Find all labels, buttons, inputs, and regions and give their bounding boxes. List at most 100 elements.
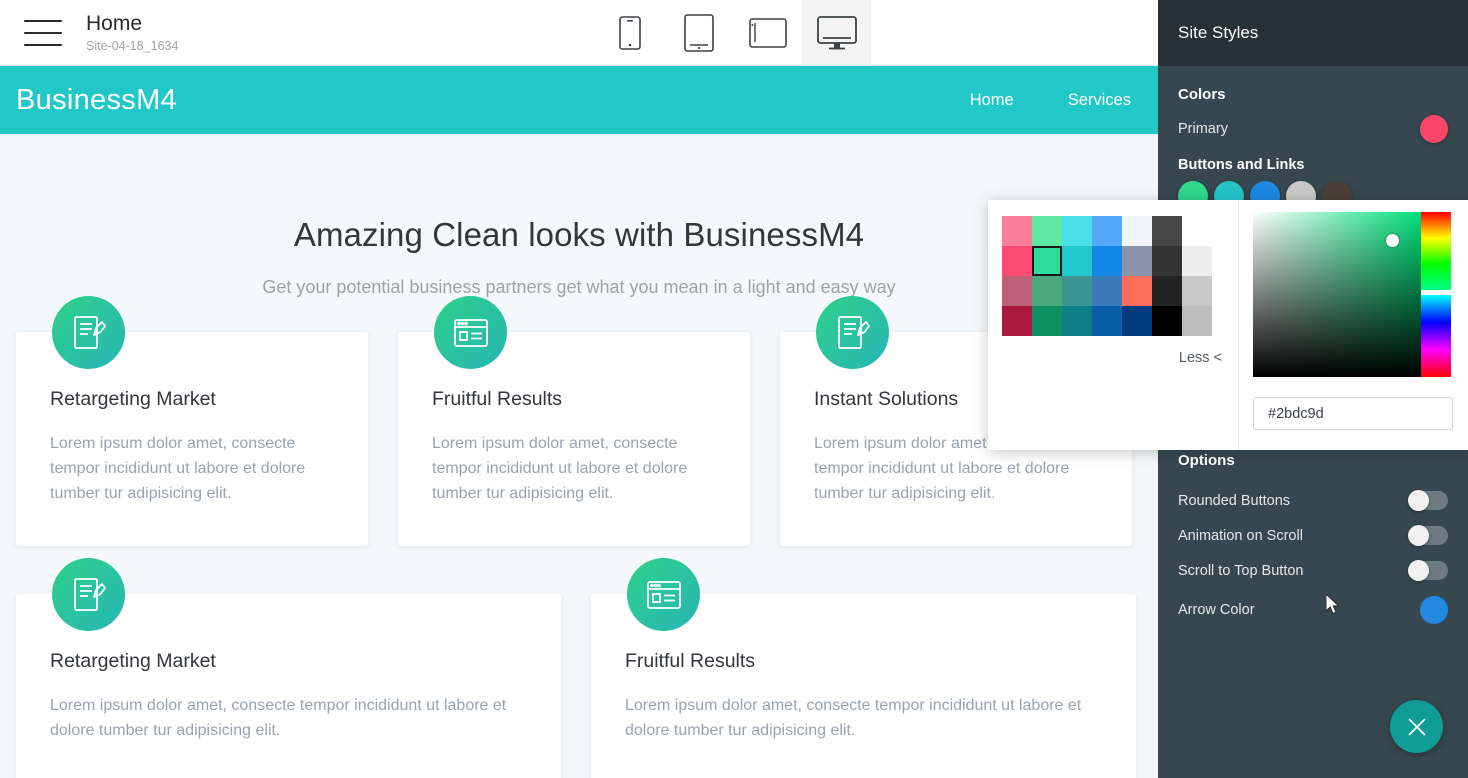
color-swatch-cell[interactable] (1002, 246, 1032, 276)
feature-card[interactable]: Fruitful Results Lorem ipsum dolor amet,… (591, 558, 1136, 778)
color-swatch-cell[interactable] (1062, 216, 1092, 246)
hero-section: Amazing Clean looks with BusinessM4 Get … (0, 134, 1158, 298)
option-animation-on-scroll: Animation on Scroll (1178, 518, 1448, 553)
color-swatch-cell[interactable] (1182, 216, 1212, 246)
color-swatch-cell[interactable] (1182, 306, 1212, 336)
color-swatch-cell[interactable] (1062, 246, 1092, 276)
device-button-tablet-landscape[interactable] (733, 0, 802, 66)
toggle-knob (1408, 560, 1429, 581)
color-swatch-cell[interactable] (1002, 276, 1032, 306)
primary-color-label: Primary (1178, 121, 1228, 137)
card-title: Fruitful Results (625, 650, 756, 672)
panel-options-section: Options Rounded Buttons Animation on Scr… (1158, 452, 1468, 632)
hex-input[interactable]: #2bdc9d (1253, 397, 1453, 430)
option-label: Scroll to Top Button (1178, 562, 1304, 579)
hue-slider-bottom[interactable] (1421, 295, 1451, 377)
saturation-value-area[interactable] (1253, 212, 1421, 377)
feature-card[interactable]: Retargeting Market Lorem ipsum dolor ame… (16, 296, 368, 546)
color-swatch-cell[interactable] (1002, 306, 1032, 336)
app-root: Home Site-04-18_1634 BusinessM4 Home Ser… (0, 0, 1468, 778)
option-arrow-color: Arrow Color (1178, 588, 1448, 632)
device-button-tablet[interactable] (664, 0, 733, 66)
close-icon (1407, 717, 1426, 736)
color-swatch-cell[interactable] (1152, 246, 1182, 276)
color-swatch-cell[interactable] (1092, 246, 1122, 276)
color-swatch-cell[interactable] (1032, 246, 1062, 276)
site-preview-canvas: BusinessM4 Home Services Amazing Clean l… (0, 66, 1158, 778)
card-body: Lorem ipsum dolor amet, consecte tempor … (50, 435, 306, 502)
feature-card[interactable]: Retargeting Market Lorem ipsum dolor ame… (16, 558, 561, 778)
primary-color-swatch[interactable] (1420, 115, 1448, 143)
device-button-mobile[interactable] (595, 0, 664, 66)
color-swatch-cell[interactable] (1092, 306, 1122, 336)
color-swatch-cell[interactable] (1152, 306, 1182, 336)
nav-link-services[interactable]: Services (1041, 91, 1158, 110)
primary-color-row: Primary (1178, 115, 1448, 143)
note-edit-icon (816, 296, 889, 369)
browser-window-icon (627, 558, 700, 631)
tablet-icon (683, 14, 714, 52)
phone-icon (618, 16, 641, 50)
option-scroll-to-top-button: Scroll to Top Button (1178, 553, 1448, 588)
toggle-knob (1408, 490, 1429, 511)
color-swatch-cell[interactable] (1092, 276, 1122, 306)
site-brand[interactable]: BusinessM4 (16, 84, 177, 117)
color-swatch-cell[interactable] (1122, 216, 1152, 246)
color-swatch-cell[interactable] (1122, 246, 1152, 276)
less-toggle-button[interactable]: Less < (1179, 350, 1222, 366)
note-edit-icon (52, 558, 125, 631)
browser-window-icon (434, 296, 507, 369)
site-nav-links: Home Services (943, 91, 1158, 110)
arrow-color-swatch[interactable] (1420, 596, 1448, 624)
site-navbar: BusinessM4 Home Services (0, 66, 1158, 134)
hue-slider-top[interactable] (1421, 212, 1451, 290)
color-picker-swatch-pane: Less < (988, 200, 1238, 450)
device-button-desktop[interactable] (802, 0, 871, 66)
rounded-buttons-toggle[interactable] (1408, 490, 1448, 511)
sv-handle[interactable] (1386, 234, 1399, 247)
note-edit-icon (52, 296, 125, 369)
card-title: Fruitful Results (432, 388, 563, 410)
feature-card-row-1: Retargeting Market Lorem ipsum dolor ame… (0, 296, 1158, 546)
animation-on-scroll-toggle[interactable] (1408, 525, 1448, 546)
device-preview-toolbar (595, 0, 871, 66)
option-label: Rounded Buttons (1178, 492, 1291, 509)
color-swatch-cell[interactable] (1002, 216, 1032, 246)
hero-heading[interactable]: Amazing Clean looks with BusinessM4 (0, 216, 1158, 254)
tablet-landscape-icon (748, 18, 787, 48)
toggle-knob (1408, 525, 1429, 546)
color-swatch-cell[interactable] (1032, 216, 1062, 246)
monitor-icon (816, 16, 857, 50)
editor-topbar: Home Site-04-18_1634 (0, 0, 1158, 66)
color-picker-gradient-pane: #2bdc9d (1238, 200, 1468, 450)
color-swatch-cell[interactable] (1062, 306, 1092, 336)
color-swatch-cell[interactable] (1032, 306, 1062, 336)
color-picker-popup: Less < #2bdc9d (988, 200, 1468, 450)
nav-link-home[interactable]: Home (943, 91, 1041, 110)
card-title: Retargeting Market (50, 388, 216, 410)
color-swatch-cell[interactable] (1092, 216, 1122, 246)
option-label: Animation on Scroll (1178, 527, 1303, 544)
scroll-to-top-toggle[interactable] (1408, 560, 1448, 581)
color-swatch-cell[interactable] (1062, 276, 1092, 306)
close-panel-button[interactable] (1390, 700, 1443, 753)
site-name: Site-04-18_1634 (86, 39, 179, 53)
color-swatch-grid (1002, 216, 1224, 336)
color-swatch-cell[interactable] (1182, 246, 1212, 276)
color-swatch-cell[interactable] (1032, 276, 1062, 306)
buttons-and-links-label: Buttons and Links (1178, 157, 1305, 173)
page-title-block: Home Site-04-18_1634 (86, 11, 178, 54)
card-body: Lorem ipsum dolor amet, consecte tempor … (625, 697, 1082, 739)
color-swatch-cell[interactable] (1122, 306, 1152, 336)
hero-subheading[interactable]: Get your potential business partners get… (0, 277, 1158, 298)
arrow-color-label: Arrow Color (1178, 602, 1255, 618)
feature-card[interactable]: Fruitful Results Lorem ipsum dolor amet,… (398, 296, 750, 546)
color-swatch-cell[interactable] (1152, 276, 1182, 306)
hamburger-icon[interactable] (24, 19, 62, 46)
panel-header: Site Styles (1158, 0, 1468, 66)
color-swatch-cell[interactable] (1182, 276, 1212, 306)
color-swatch-cell[interactable] (1122, 276, 1152, 306)
color-swatch-cell[interactable] (1152, 216, 1182, 246)
feature-card-row-2: Retargeting Market Lorem ipsum dolor ame… (0, 558, 1158, 778)
card-body: Lorem ipsum dolor amet, consecte tempor … (432, 435, 688, 502)
